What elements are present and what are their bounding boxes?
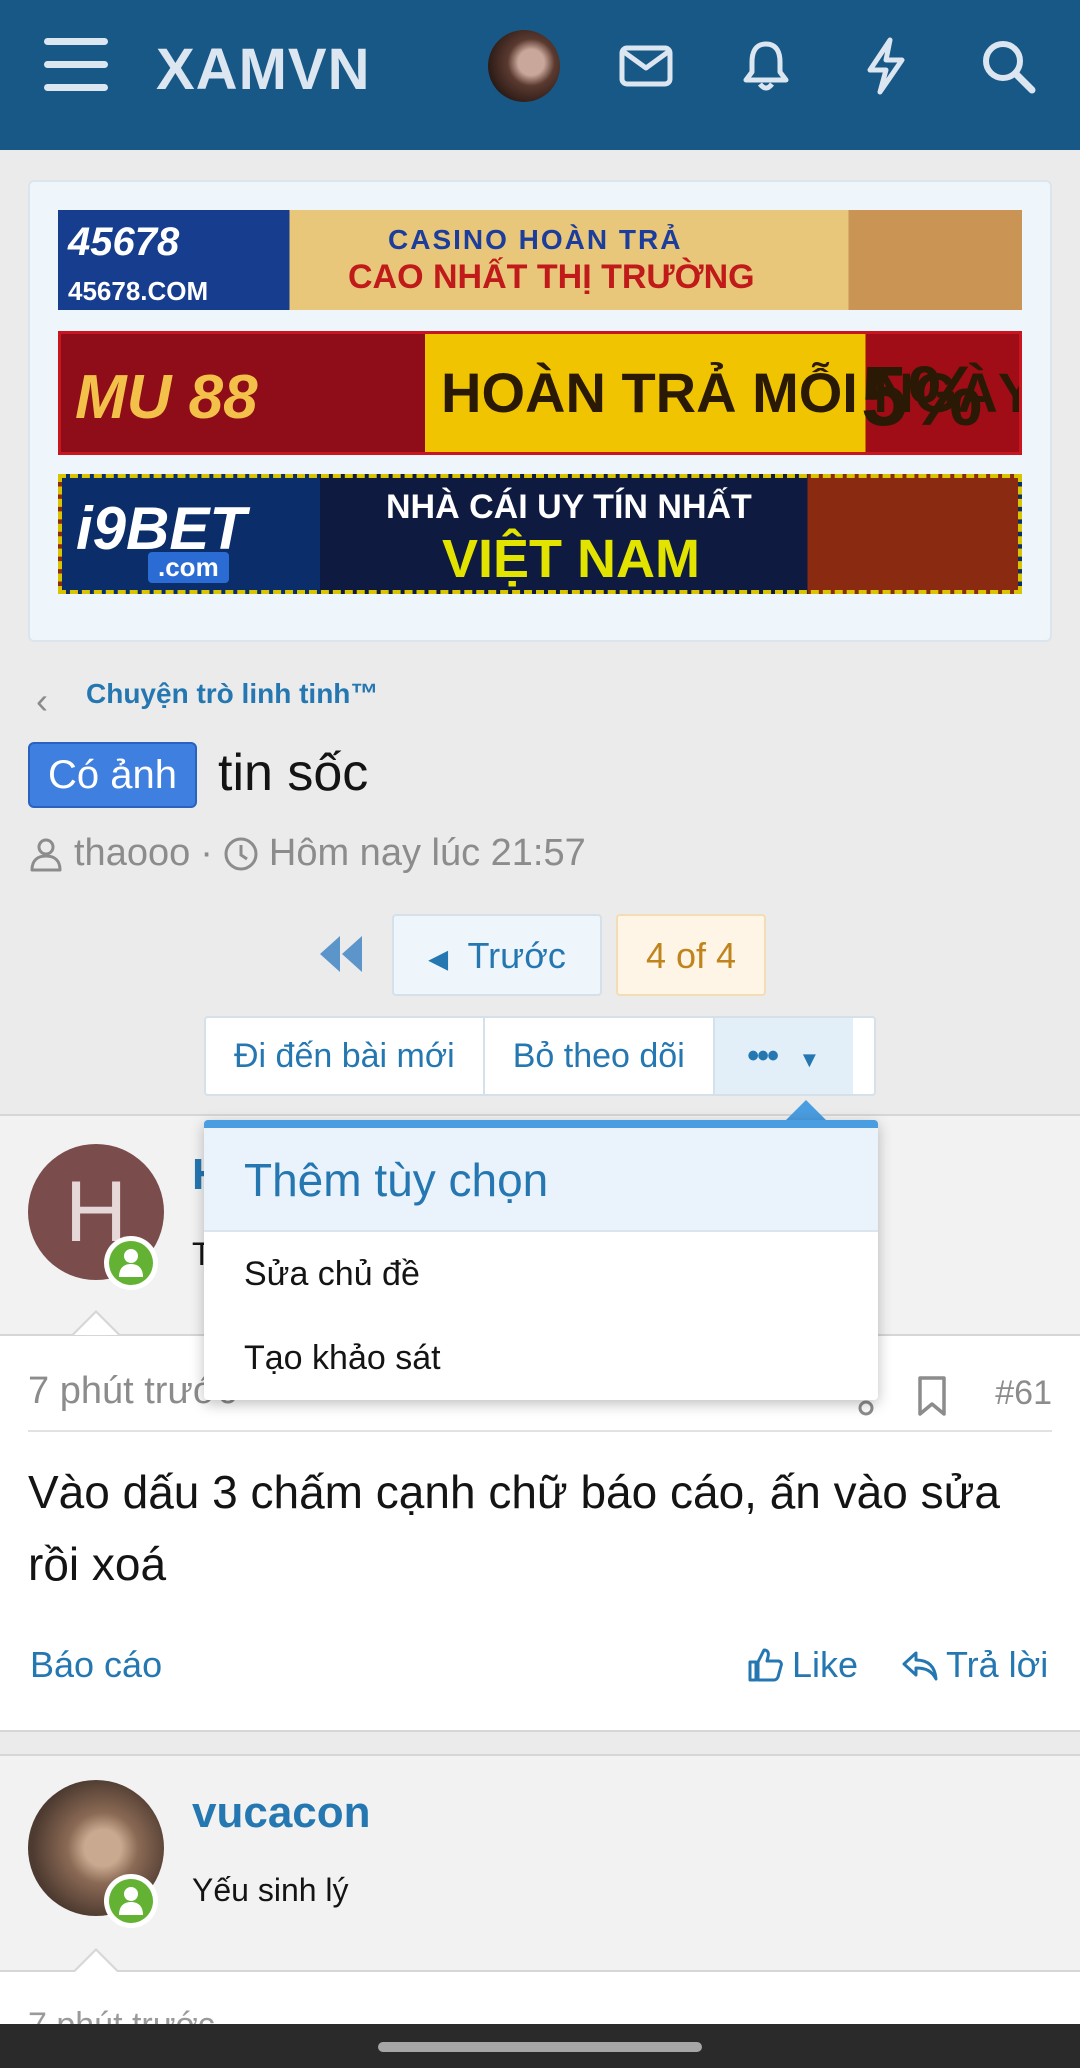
ad-logo: 45678 xyxy=(68,220,180,264)
thumbs-up-icon xyxy=(748,1648,783,1682)
chevron-left-icon[interactable]: ‹ xyxy=(36,680,48,722)
unwatch-button[interactable]: Bỏ theo dõi xyxy=(485,1018,715,1094)
online-status-icon xyxy=(104,1874,158,1928)
home-gesture-handle[interactable] xyxy=(378,2042,702,2052)
ad-domain: .com xyxy=(148,552,229,583)
post-content: Vào dấu 3 chấm cạnh chữ báo cáo, ấn vào … xyxy=(28,1466,1000,1590)
top-navigation-bar: XAMVN xyxy=(0,0,1080,150)
ad-text: CASINO HOÀN TRẢ xyxy=(388,224,683,255)
previous-label: Trước xyxy=(467,935,566,976)
ad-banner-mu88[interactable]: MU 88 HOÀN TRẢ MỖI NGÀY 5% xyxy=(58,331,1022,455)
ad-text: CAO NHẤT THỊ TRƯỜNG xyxy=(348,258,755,296)
thread-time[interactable]: Hôm nay lúc 21:57 xyxy=(269,832,586,875)
username[interactable]: vucacon xyxy=(192,1788,371,1838)
ad-text: NHÀ CÁI UY TÍN NHẤT xyxy=(386,488,752,526)
thread-author[interactable]: thaooo xyxy=(74,832,190,875)
ad-banner-i9bet[interactable]: i9BET .com NHÀ CÁI UY TÍN NHẤT VIỆT NAM xyxy=(58,474,1022,594)
bell-icon[interactable] xyxy=(736,36,796,96)
caret-left-icon: ◀ xyxy=(428,943,449,974)
meta-separator: · xyxy=(200,832,213,874)
report-link[interactable]: Báo cáo xyxy=(30,1644,162,1686)
ad-text: 5% xyxy=(861,349,983,443)
mail-icon[interactable] xyxy=(616,36,676,96)
user-avatar[interactable] xyxy=(488,30,560,102)
reply-icon xyxy=(902,1651,938,1681)
more-options-menu: Thêm tùy chọn Sửa chủ đề Tạo khảo sát xyxy=(204,1120,878,1400)
thread-action-bar: Đi đến bài mới Bỏ theo dõi ••• ▼ xyxy=(204,1016,876,1096)
caret-down-icon: ▼ xyxy=(798,1047,821,1072)
menu-title: Thêm tùy chọn xyxy=(204,1128,878,1232)
user-icon xyxy=(30,838,62,871)
breadcrumb[interactable]: Chuyện trò linh tinh™ xyxy=(86,678,378,710)
bolt-icon[interactable] xyxy=(856,36,916,96)
ad-banner-45678[interactable]: 45678 45678.COM CASINO HOÀN TRẢ CAO NHẤT… xyxy=(58,210,1022,310)
system-navigation-bar xyxy=(0,2024,1080,2068)
user-title: Yếu sinh lý xyxy=(192,1872,349,1908)
clock-icon xyxy=(224,837,258,870)
bookmark-icon[interactable] xyxy=(916,1376,948,1416)
thread-meta: thaooo · Hôm nay lúc 21:57 xyxy=(28,832,586,875)
post-separator xyxy=(0,1730,1080,1754)
post-pointer xyxy=(72,1948,120,1973)
like-label: Like xyxy=(792,1644,859,1685)
like-button[interactable]: Like xyxy=(746,1644,858,1686)
post-number[interactable]: #61 xyxy=(995,1374,1052,1413)
page-title: tin sốc xyxy=(218,744,369,802)
site-logo[interactable]: XAMVN xyxy=(156,36,370,103)
search-icon[interactable] xyxy=(978,36,1038,96)
menu-caret xyxy=(784,1100,828,1122)
menu-item-edit-thread[interactable]: Sửa chủ đề xyxy=(204,1232,878,1316)
menu-item-create-poll[interactable]: Tạo khảo sát xyxy=(204,1316,878,1400)
online-status-icon xyxy=(104,1236,158,1290)
ad-domain: 45678.COM xyxy=(68,276,209,306)
previous-page-button[interactable]: ◀ Trước xyxy=(392,914,602,996)
user-icon xyxy=(119,1249,143,1277)
reply-button[interactable]: Trả lời xyxy=(902,1644,1048,1686)
user-icon xyxy=(119,1887,143,1915)
more-dots-icon: ••• xyxy=(747,1037,779,1075)
page-jump-button[interactable]: 4 of 4 xyxy=(616,914,766,996)
post-pointer xyxy=(72,1310,120,1335)
divider xyxy=(28,1430,1052,1432)
thread-prefix-badge[interactable]: Có ảnh xyxy=(28,742,197,808)
more-options-button[interactable]: ••• ▼ xyxy=(714,1018,853,1094)
ad-logo: MU 88 xyxy=(75,363,258,432)
ad-text: VIỆT NAM xyxy=(442,529,701,589)
goto-new-post-button[interactable]: Đi đến bài mới xyxy=(206,1018,485,1094)
menu-icon[interactable] xyxy=(44,38,108,92)
reply-label: Trả lời xyxy=(946,1644,1049,1685)
first-page-icon[interactable] xyxy=(316,932,366,976)
